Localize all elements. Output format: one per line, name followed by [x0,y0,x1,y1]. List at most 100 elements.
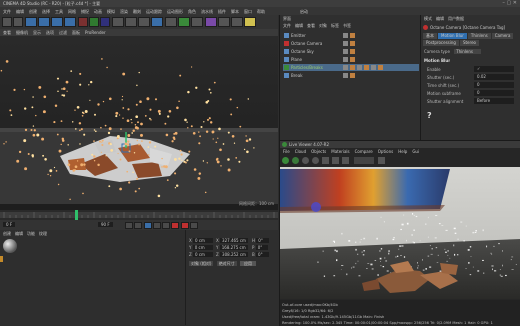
live-viewer-menu-item-6[interactable]: Help [398,149,407,154]
tab-thinlens[interactable]: Thinlens [467,33,491,39]
next-frame-icon[interactable] [152,222,161,229]
material-swatch[interactable] [3,239,17,253]
help-icon[interactable]: ? [427,111,432,120]
menu-item-0[interactable]: 文件 [3,9,11,14]
menu-item-10[interactable]: 雕刻 [133,9,141,14]
menu-item-3[interactable]: 选择 [42,9,50,14]
menu-item-6[interactable]: 捕捉 [81,9,89,14]
apply-button[interactable]: 应用 [239,261,256,266]
menu-item-16[interactable]: 脚本 [231,9,239,14]
attr-row-value[interactable]: Before [474,98,514,104]
timeline[interactable] [0,210,278,220]
timeline-end[interactable]: 90 F [98,222,113,227]
attr-row-value[interactable]: ✓ [474,66,514,72]
object-list-item[interactable]: Break [283,72,419,79]
object-tag-icon[interactable] [343,73,348,78]
material-menu-item-1[interactable]: 编辑 [15,231,23,236]
record-icon[interactable] [171,222,180,229]
pause-icon[interactable] [302,157,309,164]
b-rot-field[interactable]: 0° [256,252,269,257]
autokey-icon[interactable] [180,222,189,229]
tab-stereo[interactable]: Stereo [459,40,479,46]
subdivision-icon[interactable] [177,17,190,27]
tab-基本[interactable]: 基本 [423,33,437,39]
y-axis-icon[interactable] [88,17,99,27]
viewport-menu-item-0[interactable]: 查看 [3,30,11,35]
om-menu-item-5[interactable]: 书签 [343,23,351,28]
rotate-tool-icon[interactable] [64,17,77,27]
object-tag-icon[interactable] [343,33,348,38]
send-scene-icon[interactable] [282,157,289,164]
live-viewer-menu-item-0[interactable]: File [283,149,290,154]
render-mode-select[interactable] [354,157,374,164]
attr-menu-item-2[interactable]: 用户数据 [448,16,464,21]
y-pos-field[interactable]: 0 cm [192,245,213,250]
object-tag-icon[interactable] [350,65,355,70]
pen-icon[interactable] [164,17,177,27]
menu-item-12[interactable]: 运动图形 [167,9,183,14]
live-viewer-menu-item-4[interactable]: Compare [355,149,373,154]
menu-item-9[interactable]: 渲染 [120,9,128,14]
object-tag-icon[interactable] [350,33,355,38]
z-pos-field[interactable]: 0 cm [193,252,213,257]
live-viewer-menu-item-7[interactable]: Gui [412,149,419,154]
deformer-icon[interactable] [204,17,217,27]
tab-camera[interactable]: Camera [491,33,514,39]
menu-item-7[interactable]: 动画 [94,9,102,14]
prev-frame-icon[interactable] [134,222,143,229]
redo-icon[interactable] [13,17,24,27]
coord-mode-select[interactable]: 对象 (相对) [189,261,214,266]
render-picture-icon[interactable] [124,17,137,27]
viewport[interactable]: 网格间距：100 cm [0,36,278,210]
h-rot-field[interactable]: 0° [256,238,269,243]
material-menu-item-2[interactable]: 功能 [27,231,35,236]
material-menu-item-0[interactable]: 创建 [3,231,11,236]
menu-item-15[interactable]: 插件 [218,9,226,14]
object-tag-icon[interactable] [357,65,362,70]
material-menu-item-3[interactable]: 纹理 [39,231,47,236]
live-viewer-menu-item-5[interactable]: Options [378,149,393,154]
attr-row-value[interactable]: 0.02 [474,74,514,80]
attr-row-value[interactable]: 0 [474,90,514,96]
x-axis-icon[interactable] [77,17,88,27]
menu-item-4[interactable]: 工具 [55,9,63,14]
object-tag-icon[interactable] [343,65,348,70]
last-frame-icon[interactable] [162,222,171,229]
menu-item-14[interactable]: 流水线 [201,9,213,14]
object-list-item[interactable]: Emitter [283,32,419,39]
color-icon[interactable] [378,157,385,164]
keyframe-icon[interactable] [189,222,198,229]
timeline-start[interactable]: 0 F [3,222,16,227]
array-icon[interactable] [191,17,204,27]
settings-icon[interactable] [342,157,349,164]
menu-item-8[interactable]: 模拟 [107,9,115,14]
size-mode-select[interactable]: 绝对尺寸 [216,261,237,266]
x-pos-field[interactable]: 0 cm [193,238,213,243]
object-tag-icon[interactable] [371,65,376,70]
object-tag-icon[interactable] [378,65,383,70]
cube-icon[interactable] [151,17,164,27]
object-tag-icon[interactable] [343,41,348,46]
x-size-field[interactable]: 327.465 cm [220,238,248,243]
live-viewer-menu-item-2[interactable]: Objects [311,149,326,154]
om-menu-item-1[interactable]: 编辑 [295,23,303,28]
attr-menu-item-1[interactable]: 编辑 [436,16,444,21]
viewport-menu-item-5[interactable]: 面板 [72,30,80,35]
menu-item-5[interactable]: 网格 [68,9,76,14]
object-tag-icon[interactable] [364,65,369,70]
viewport-menu-item-3[interactable]: 选项 [46,30,54,35]
p-rot-field[interactable]: 0° [255,245,269,250]
menu-item-17[interactable]: 窗口 [244,9,252,14]
object-list-item[interactable]: Octane Camera [283,40,419,47]
menu-item-13[interactable]: 角色 [188,9,196,14]
attr-row-value[interactable]: 0 [474,82,514,88]
object-list-item[interactable]: Particles/Breaks [283,64,419,71]
object-tag-icon[interactable] [350,73,355,78]
object-tag-icon[interactable] [343,57,348,62]
om-menu-item-0[interactable]: 文件 [283,23,291,28]
attr-menu-item-0[interactable]: 模式 [424,16,432,21]
live-viewer-menu-item-3[interactable]: Materials [331,149,349,154]
z-size-field[interactable]: 308.252 cm [220,252,248,257]
z-axis-icon[interactable] [100,17,111,27]
object-tag-icon[interactable] [350,57,355,62]
